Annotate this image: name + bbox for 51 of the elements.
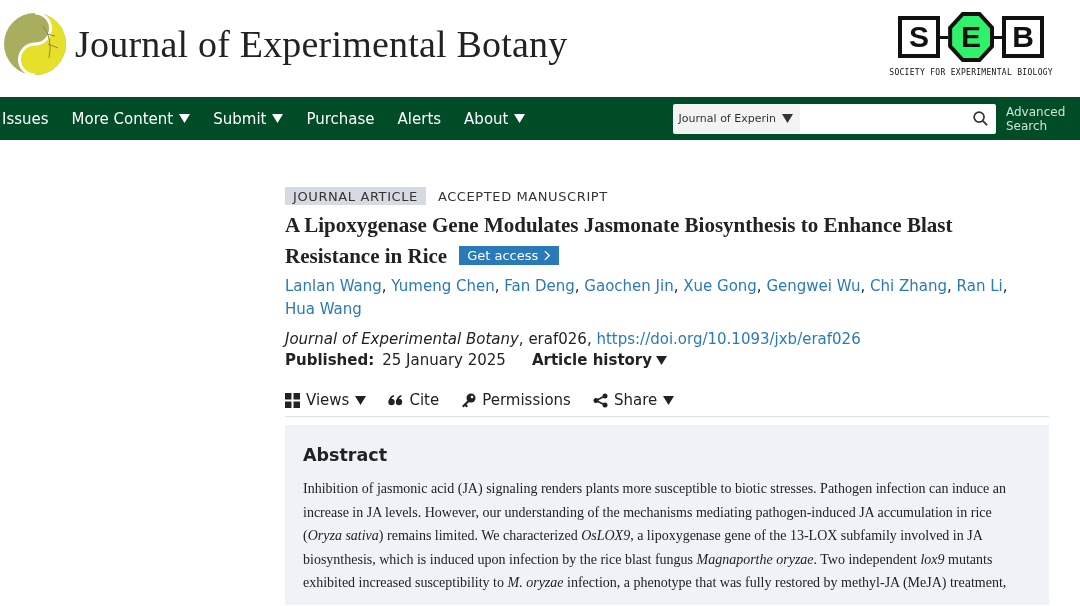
search-field[interactable] [800, 103, 996, 134]
quote-icon [388, 392, 404, 408]
published-date: 25 January 2025 [382, 351, 506, 369]
separator: , [574, 277, 580, 295]
separator: , [673, 277, 679, 295]
advanced-search-link[interactable]: Advanced Search [1006, 104, 1066, 133]
separator: , [756, 277, 762, 295]
author-link[interactable]: Lanlan Wang [285, 277, 382, 295]
article-history-button[interactable]: Article history [531, 351, 668, 369]
tool-button[interactable]: Cite [388, 391, 440, 409]
society-logo[interactable]: S E B SOCIETY FOR EXPERIMENTAL BIOLOGY [889, 12, 1053, 77]
author-link[interactable]: Gengwei Wu [766, 277, 861, 295]
abstract-text: Inhibition of jasmonic acid (JA) signaling renders plants more susceptible to biotic stresses. Pathogen infection can induce an increase in JA levels. However, our understanding of the mechanisms mediating pathogen-induced JA accumulation in rice (Oryza sativa) remains limited. We characterized OsLOX9, a lipoxygenase gene of the 13-LOX subfamily involved in JA biosynthesis, which is induced upon infection by the rice blast fungus Magnaporthe oryzae. Two independent lox9 mutants exhibited increased susceptibility to M. oryzae infection, a phenotype that was fully restored by methyl-JA (MeJA) treatment, [303, 480, 1008, 592]
tool-menu[interactable]: Views [285, 391, 367, 409]
scope-dropdown[interactable]: Journal of Experin [672, 103, 800, 134]
tool-menu[interactable]: Share [592, 391, 675, 409]
nav-link[interactable]: Alerts [397, 109, 442, 128]
article-type-label: JOURNAL ARTICLE [285, 187, 426, 205]
published-label: Published: [285, 351, 375, 369]
author-link[interactable]: Fan Deng [504, 277, 575, 295]
journal-title: Journal of Experimental Botany [75, 22, 568, 66]
separator: , [860, 277, 866, 295]
nav-link[interactable]: Purchase [306, 109, 375, 128]
author-link[interactable]: Yumeng Chen [391, 277, 495, 295]
key-icon [461, 392, 477, 408]
caret-icon [782, 114, 793, 123]
author-link[interactable]: Chi Zhang [870, 277, 948, 295]
nav-menu[interactable]: More Content [71, 109, 191, 128]
abstract-heading: Abstract [303, 445, 389, 465]
separator: , [1002, 277, 1008, 295]
doi-link[interactable]: https://doi.org/10.1093/jxb/eraf026 [596, 330, 861, 348]
nav-menu[interactable]: About [464, 109, 526, 128]
grid-icon [285, 392, 300, 408]
separator: , [947, 277, 952, 295]
separator: , [381, 277, 387, 295]
get-access-button[interactable]: Get access [459, 246, 560, 265]
chevron-icon [544, 250, 552, 261]
share-icon [592, 392, 608, 408]
author-link[interactable]: Ran Li [956, 277, 1003, 295]
author-link[interactable]: Xue Gong [683, 277, 757, 295]
author-link[interactable]: Hua Wang [285, 300, 362, 318]
journal-logo [3, 12, 67, 76]
author-link[interactable]: Gaochen Jin [584, 277, 674, 295]
separator: , [494, 277, 500, 295]
tool-button[interactable]: Permissions [461, 391, 571, 409]
article-title: A Lipoxygenase Gene Modulates Jasmonate Biosynthesis to Enhance Blast Resistance in Rice Get access [285, 212, 954, 270]
nav-menu[interactable]: Submit [213, 109, 284, 128]
search-icon [973, 111, 988, 126]
caret-icon [656, 355, 668, 365]
nav-link[interactable]: Issues [2, 109, 49, 128]
status-label: ACCEPTED MANUSCRIPT [437, 188, 609, 205]
